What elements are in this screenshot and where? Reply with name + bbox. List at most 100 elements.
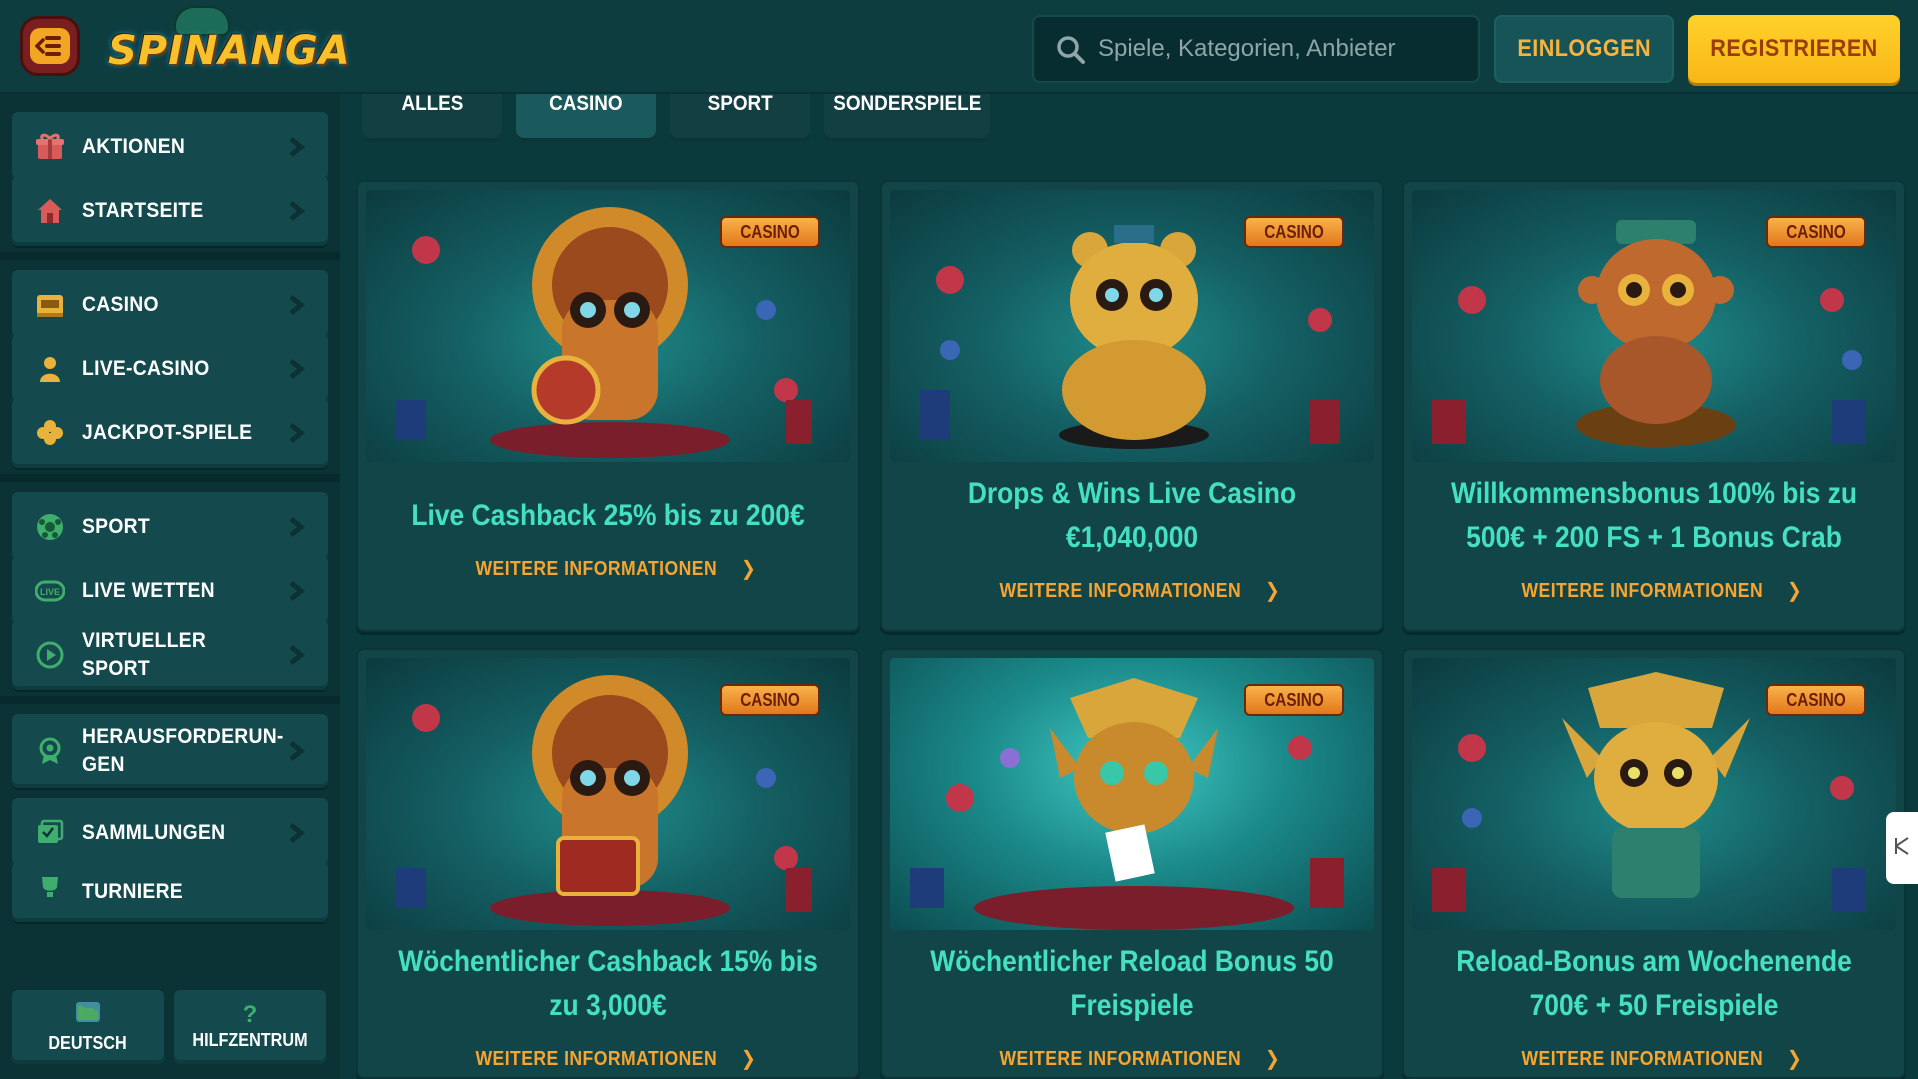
sidebar-item-label: JACKPOT-SPIELE — [82, 421, 253, 444]
sidebar-item-live-wetten[interactable]: LIVE LIVE WETTEN — [12, 556, 328, 626]
sidebar-item-label: AKTIONEN — [82, 135, 186, 158]
sidebar-item-label: HERAUSFORDERUN-GEN — [82, 725, 284, 776]
chevron-right-icon: ❯ — [1264, 1048, 1280, 1070]
sidebar-item-aktionen[interactable]: AKTIONEN — [12, 112, 328, 182]
more-info-link[interactable]: WEITERE INFORMATIONEN ❯ — [358, 556, 858, 581]
promo-image: CASINO — [1412, 658, 1896, 930]
svg-text:LIVE: LIVE — [40, 587, 60, 597]
chevron-right-icon — [288, 822, 306, 844]
promo-card[interactable]: CASINO Drops & Wins Live Casino €1,040,0… — [880, 180, 1384, 632]
tab-label: SONDERSPIELE — [832, 92, 982, 115]
chevron-right-icon — [288, 358, 306, 380]
sidebar-item-label: LIVE-CASINO — [82, 357, 210, 380]
dealer-icon — [34, 353, 66, 385]
more-info-link[interactable]: WEITERE INFORMATIONEN ❯ — [882, 1046, 1382, 1071]
menu-icon — [30, 28, 70, 64]
promo-image: CASINO — [1412, 190, 1896, 462]
sidebar-item-jackpot-spiele[interactable]: JACKPOT-SPIELE — [12, 398, 328, 468]
logo-text: SPINANGA — [108, 28, 351, 74]
chevron-right-icon — [288, 200, 306, 222]
promo-image: CASINO — [890, 190, 1374, 462]
tab-alles[interactable]: ALLES — [362, 92, 502, 142]
chevron-right-icon — [288, 740, 306, 762]
chevron-right-icon: ❯ — [740, 558, 756, 580]
sidebar-item-label: VIRTUELLER SPORT — [82, 629, 207, 680]
login-button-label: EINLOGGEN — [1517, 35, 1651, 62]
search-icon — [1056, 35, 1086, 70]
globe-icon — [75, 1000, 101, 1029]
sidebar-item-label: STARTSEITE — [82, 199, 204, 222]
side-panel-handle[interactable] — [1886, 812, 1918, 884]
register-button-label: REGISTRIEREN — [1710, 35, 1878, 62]
more-info-link[interactable]: WEITERE INFORMATIONEN ❯ — [358, 1046, 858, 1071]
tab-casino[interactable]: CASINO — [516, 92, 656, 142]
promo-card[interactable]: CASINO Wöchentlicher Reload Bonus 50 Fre… — [880, 648, 1384, 1079]
collection-icon — [34, 817, 66, 849]
tab-sport[interactable]: SPORT — [670, 92, 810, 142]
sidebar-item-virtueller-sport[interactable]: VIRTUELLER SPORT — [12, 620, 328, 690]
sidebar-item-casino[interactable]: CASINO — [12, 270, 328, 340]
expand-icon — [1892, 834, 1912, 863]
sidebar-divider — [0, 252, 340, 260]
language-selector[interactable]: DEUTSCH — [12, 990, 164, 1064]
sidebar-item-label: SAMMLUNGEN — [82, 821, 226, 844]
register-button[interactable]: REGISTRIEREN — [1688, 15, 1900, 83]
help-center-button[interactable]: ? HILFZENTRUM — [174, 990, 326, 1064]
chevron-right-icon — [288, 644, 306, 666]
tab-label: SPORT — [707, 92, 773, 115]
chevron-right-icon: ❯ — [1264, 580, 1280, 602]
promo-image: CASINO — [890, 658, 1374, 930]
more-info-link[interactable]: WEITERE INFORMATIONEN ❯ — [1404, 1046, 1904, 1071]
more-info-link[interactable]: WEITERE INFORMATIONEN ❯ — [882, 578, 1382, 603]
login-button[interactable]: EINLOGGEN — [1494, 15, 1674, 83]
chevron-right-icon — [288, 580, 306, 602]
category-badge: CASINO — [1244, 216, 1344, 248]
chevron-right-icon — [288, 516, 306, 538]
site-logo[interactable]: SPINANGA — [104, 6, 351, 88]
chevron-right-icon — [288, 136, 306, 158]
search-input[interactable] — [1098, 17, 1468, 81]
tab-label: CASINO — [549, 92, 623, 115]
sidebar-item-sport[interactable]: SPORT — [12, 492, 328, 562]
category-badge: CASINO — [1244, 684, 1344, 716]
promo-card[interactable]: CASINO Willkommensbonus 100% bis zu 500€… — [1402, 180, 1906, 632]
sidebar-item-startseite[interactable]: STARTSEITE — [12, 176, 328, 246]
sidebar-item-herausforderungen[interactable]: HERAUSFORDERUN-GEN — [12, 714, 328, 788]
play-circle-icon — [34, 639, 66, 671]
category-badge: CASINO — [1766, 684, 1866, 716]
soccer-ball-icon — [34, 511, 66, 543]
help-icon: ? — [242, 1000, 258, 1028]
chevron-right-icon: ❯ — [740, 1048, 756, 1070]
search-box[interactable] — [1032, 15, 1480, 83]
home-icon — [34, 195, 66, 227]
gift-icon — [34, 131, 66, 163]
slot-machine-icon — [34, 289, 66, 321]
tab-sonderspiele[interactable]: SONDERSPIELE — [824, 92, 990, 142]
sidebar: AKTIONEN STARTSEITE CASINO LIVE-CASINO J… — [0, 94, 340, 1079]
tab-label: ALLES — [401, 92, 463, 115]
promo-card[interactable]: CASINO Live Cashback 25% bis zu 200€ WEI… — [356, 180, 860, 632]
sidebar-item-turniere[interactable]: TURNIERE — [12, 862, 328, 922]
promo-card[interactable]: CASINO Reload-Bonus am Wochenende 700€ +… — [1402, 648, 1906, 1079]
menu-toggle-button[interactable] — [20, 16, 80, 76]
promo-title: Reload-Bonus am Wochenende 700€ + 50 Fre… — [1456, 945, 1852, 1022]
language-label: DEUTSCH — [48, 1033, 128, 1053]
clover-icon — [34, 417, 66, 449]
promo-image: CASINO — [366, 190, 850, 462]
badge-icon — [34, 735, 66, 767]
chevron-right-icon — [288, 422, 306, 444]
promo-image: CASINO — [366, 658, 850, 930]
more-info-link[interactable]: WEITERE INFORMATIONEN ❯ — [1404, 578, 1904, 603]
promo-title: Drops & Wins Live Casino €1,040,000 — [967, 477, 1297, 554]
chevron-right-icon — [288, 294, 306, 316]
help-label: HILFZENTRUM — [192, 1029, 308, 1050]
sidebar-item-label: LIVE WETTEN — [82, 579, 215, 602]
sidebar-item-sammlungen[interactable]: SAMMLUNGEN — [12, 798, 328, 868]
chevron-right-icon: ❯ — [1786, 1048, 1802, 1070]
chevron-right-icon: ❯ — [1786, 580, 1802, 602]
category-badge: CASINO — [1766, 216, 1866, 248]
promo-title: Wöchentlicher Cashback 15% bis zu 3,000€ — [398, 945, 818, 1022]
sidebar-item-live-casino[interactable]: LIVE-CASINO — [12, 334, 328, 404]
sidebar-item-label: CASINO — [82, 293, 159, 316]
promo-card[interactable]: CASINO Wöchentlicher Cashback 15% bis zu… — [356, 648, 860, 1079]
